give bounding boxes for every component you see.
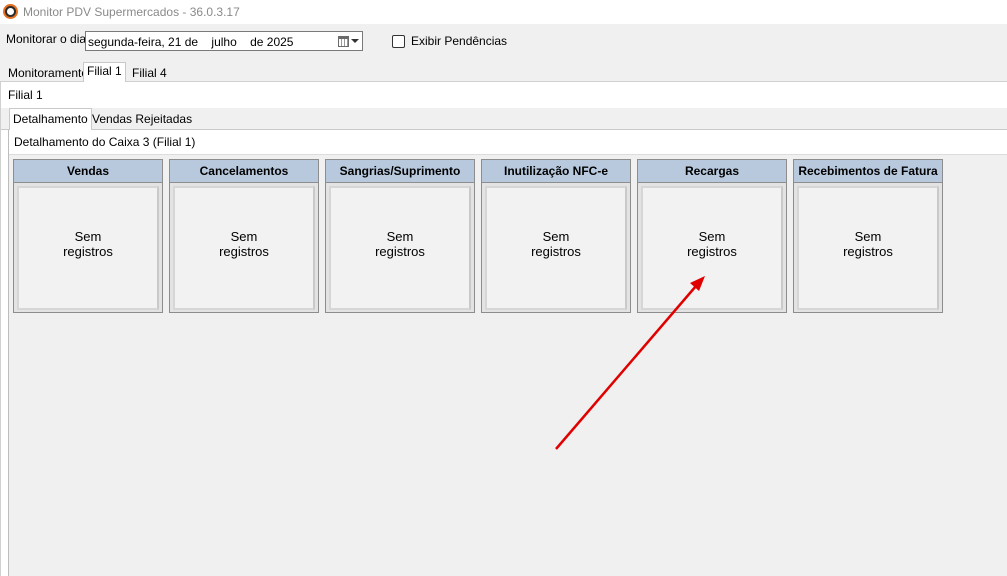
card-vendas: Vendas Sem registros [13, 159, 163, 313]
card-body: Sem registros [485, 186, 627, 310]
filial-tab-page: Filial 1 Detalhamento Vendas Rejeitadas … [0, 82, 1007, 576]
card-title: Cancelamentos [170, 160, 318, 183]
date-value[interactable]: segunda-feira, 21 de julho de 2025 [88, 35, 293, 49]
filial-heading: Filial 1 [8, 88, 43, 102]
empty-line-2: registros [531, 244, 581, 259]
card-body: Sem registros [329, 186, 471, 310]
tab-detalhamento[interactable]: Detalhamento [9, 108, 92, 131]
empty-state-text: Sem registros [833, 229, 903, 259]
card-recebimentos-de-fatura: Recebimentos de Fatura Sem registros [793, 159, 943, 313]
show-pending-checkbox[interactable] [392, 34, 405, 48]
card-title: Vendas [14, 160, 162, 183]
card-title: Recargas [638, 160, 786, 183]
empty-line-1: Sem [74, 229, 102, 244]
card-title: Sangrias/Suprimento [326, 160, 474, 183]
empty-state-text: Sem registros [209, 229, 279, 259]
card-body: Sem registros [17, 186, 159, 310]
date-dropdown-button[interactable] [336, 33, 360, 49]
card-body: Sem registros [797, 186, 939, 310]
calendar-icon [337, 35, 349, 47]
title-bar: Monitor PDV Supermercados - 36.0.3.17 [0, 0, 1007, 24]
tab-filial-4[interactable]: Filial 4 [129, 64, 170, 82]
empty-line-1: Sem [698, 229, 726, 244]
window-title: Monitor PDV Supermercados - 36.0.3.17 [23, 5, 240, 19]
toolbar: Monitorar o dia segunda-feira, 21 de jul… [0, 24, 1007, 62]
empty-state-text: Sem registros [521, 229, 591, 259]
empty-line-2: registros [843, 244, 893, 259]
card-sangrias-suprimento: Sangrias/Suprimento Sem registros [325, 159, 475, 313]
empty-state-text: Sem registros [677, 229, 747, 259]
card-title: Inutilização NFC-e [482, 160, 630, 183]
tab-filial-1[interactable]: Filial 1 [83, 62, 126, 83]
show-pending-toggle[interactable]: Exibir Pendências [392, 34, 507, 48]
card-cancelamentos: Cancelamentos Sem registros [169, 159, 319, 313]
empty-state-text: Sem registros [365, 229, 435, 259]
empty-line-1: Sem [854, 229, 882, 244]
empty-line-2: registros [375, 244, 425, 259]
card-body: Sem registros [641, 186, 783, 310]
empty-state-text: Sem registros [53, 229, 123, 259]
date-picker[interactable]: segunda-feira, 21 de julho de 2025 [85, 31, 363, 51]
empty-line-2: registros [63, 244, 113, 259]
empty-line-1: Sem [542, 229, 570, 244]
card-title: Recebimentos de Fatura [794, 160, 942, 183]
tab-vendas-rejeitadas[interactable]: Vendas Rejeitadas [89, 109, 195, 129]
card-inutilizacao-nfce: Inutilização NFC-e Sem registros [481, 159, 631, 313]
card-recargas: Recargas Sem registros [637, 159, 787, 313]
show-pending-label[interactable]: Exibir Pendências [411, 34, 507, 48]
tab-monitoramento[interactable]: Monitoramento [5, 64, 91, 82]
chevron-down-icon [350, 39, 359, 43]
card-body: Sem registros [173, 186, 315, 310]
empty-line-1: Sem [230, 229, 258, 244]
detail-title: Detalhamento do Caixa 3 (Filial 1) [9, 130, 1007, 155]
app-logo-icon [3, 4, 18, 19]
empty-line-1: Sem [386, 229, 414, 244]
empty-line-2: registros [219, 244, 269, 259]
main-tab-bar: Monitoramento Filial 1 Filial 4 [0, 62, 1007, 83]
app-window: Monitor PDV Supermercados - 36.0.3.17 Mo… [0, 0, 1007, 576]
detail-tab-bar: Detalhamento Vendas Rejeitadas [1, 108, 1007, 131]
monitor-day-label: Monitorar o dia [6, 32, 87, 46]
empty-line-2: registros [687, 244, 737, 259]
